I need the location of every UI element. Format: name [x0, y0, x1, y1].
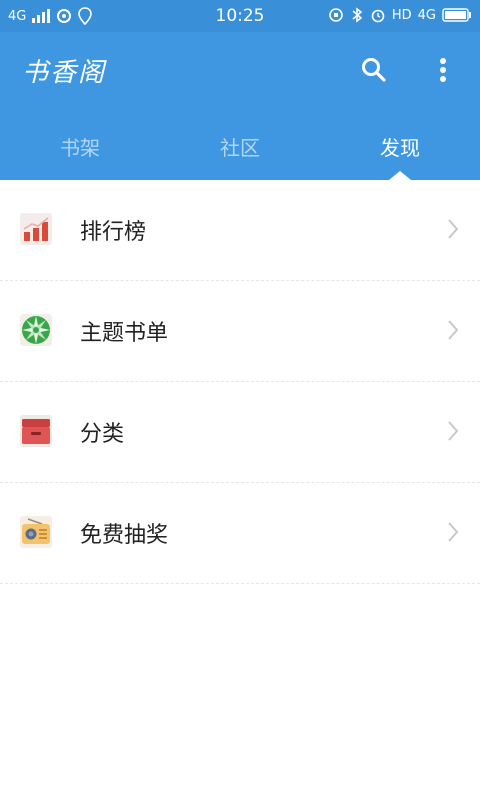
radio-icon	[20, 516, 52, 548]
chevron-right-icon	[448, 421, 459, 441]
discover-list: 排行榜 主题书单 分类 免费抽奖	[0, 180, 480, 584]
tab-community[interactable]: 社区	[160, 122, 320, 180]
drawer-box-icon	[20, 415, 52, 447]
list-item-category[interactable]: 分类	[0, 382, 480, 483]
app-logo: 书香阁	[22, 58, 107, 88]
app-bar: 书香阁 书架 社区 发现	[0, 32, 480, 180]
search-button[interactable]	[354, 52, 394, 88]
list-item-label: 免费抽奖	[80, 523, 169, 548]
list-item-label: 分类	[80, 422, 125, 447]
list-item-ranking[interactable]: 排行榜	[0, 180, 480, 281]
candy-icon	[20, 314, 52, 346]
tab-bookshelf[interactable]: 书架	[0, 122, 160, 180]
tab-bar: 书架 社区 发现	[0, 122, 480, 180]
chevron-right-icon	[448, 320, 459, 340]
hd-label: HD	[391, 7, 412, 23]
list-item-label: 主题书单	[80, 321, 169, 346]
alarm-icon	[371, 9, 385, 23]
more-menu-button[interactable]	[423, 52, 463, 88]
list-item-theme-booklist[interactable]: 主题书单	[0, 281, 480, 382]
battery-icon	[442, 8, 471, 22]
chevron-right-icon	[448, 522, 459, 542]
chevron-right-icon	[448, 219, 459, 239]
list-item-label: 排行榜	[80, 220, 147, 245]
network-type-label-right: 4G	[417, 7, 436, 23]
list-item-lottery[interactable]: 免费抽奖	[0, 483, 480, 584]
search-icon	[362, 58, 386, 82]
status-bar: 4G 10:25 HD 4G	[0, 0, 480, 32]
more-vertical-icon	[440, 58, 446, 82]
tab-discover[interactable]: 发现	[320, 122, 480, 180]
ranking-chart-icon	[20, 213, 52, 245]
rotation-lock-icon	[329, 8, 343, 22]
bluetooth-icon	[352, 7, 363, 23]
status-right: HD 4G	[328, 7, 472, 23]
